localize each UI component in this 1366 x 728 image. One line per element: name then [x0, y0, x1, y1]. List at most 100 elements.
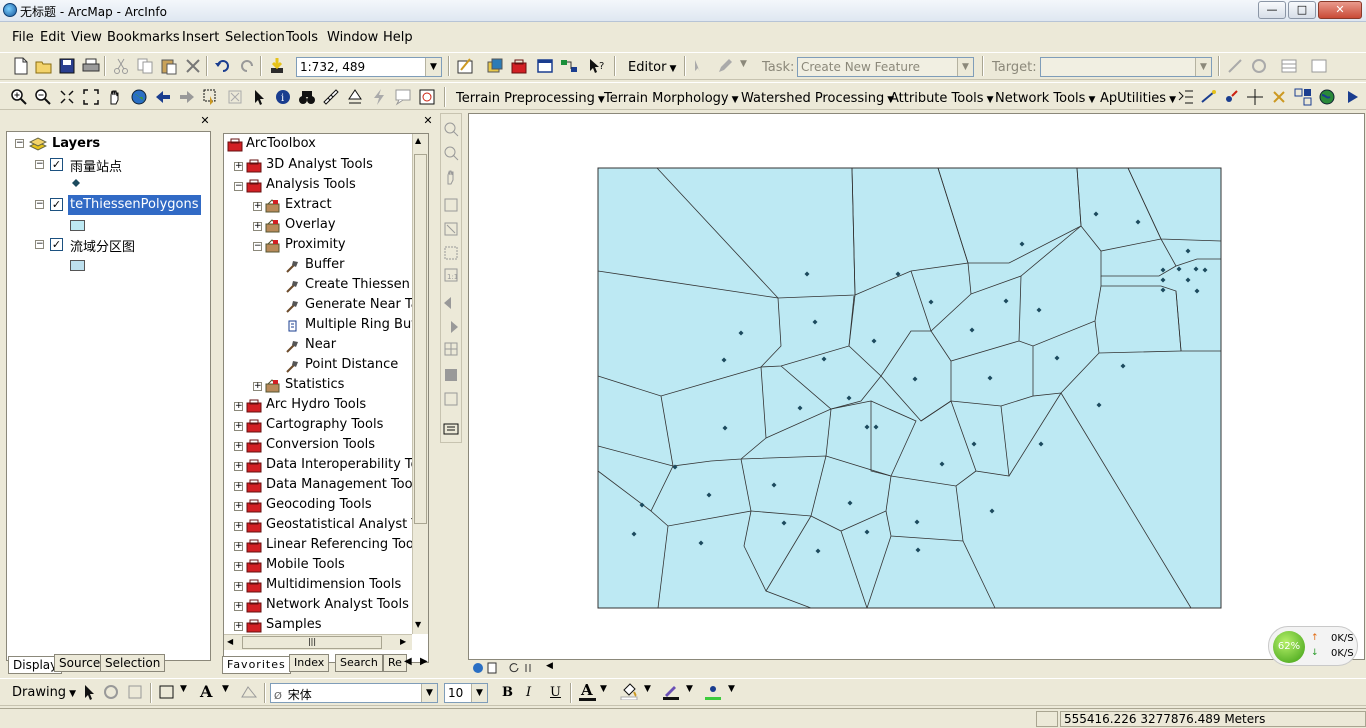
layers-root-label[interactable]: Layers [52, 136, 100, 151]
toolbox-tab-index[interactable]: Index [289, 654, 330, 672]
toolbox-horizontal-scrollbar[interactable]: ◀ ||| ▶ [224, 634, 412, 650]
pause-drawing-icon[interactable] [522, 662, 534, 674]
tree-expander[interactable]: + [234, 502, 243, 511]
toolset-item[interactable]: Statistics [285, 377, 344, 392]
close-button[interactable]: ✕ [1318, 1, 1362, 19]
toolbox-root-label[interactable]: ArcToolbox [246, 136, 316, 151]
marker-color-icon[interactable] [704, 682, 722, 700]
task-dropdown-arrow[interactable]: ▼ [957, 58, 973, 76]
arcmap-app-icon[interactable] [3, 3, 17, 17]
layer-visibility-checkbox[interactable]: ✓ [50, 198, 63, 211]
task-combo[interactable]: Create New Feature ▼ [797, 57, 974, 77]
menu-insert[interactable]: Insert [182, 30, 219, 45]
layout-view-page-icon[interactable] [486, 662, 498, 674]
toolbox-item[interactable]: 3D Analyst Tools [266, 157, 373, 172]
rectangle-tool-icon[interactable] [158, 683, 176, 701]
copy-icon[interactable] [136, 57, 154, 75]
select-elements-arrow-icon[interactable] [250, 88, 268, 106]
vertical-pan-icon[interactable] [442, 168, 460, 186]
editor-toolbar-icon[interactable] [456, 57, 474, 75]
select-elements-icon[interactable] [80, 683, 98, 701]
terrain-morphology-menu[interactable]: Terrain Morphology ▼ [604, 91, 739, 106]
toolbox-item[interactable]: Geostatistical Analyst Toc [266, 517, 428, 532]
map-display[interactable] [468, 113, 1365, 660]
tree-expander[interactable]: + [234, 482, 243, 491]
toolbox-item[interactable]: Conversion Tools [266, 437, 375, 452]
html-popup-icon[interactable] [394, 88, 412, 106]
editor-menu[interactable]: Editor ▼ [628, 60, 676, 75]
print-icon[interactable] [82, 57, 100, 75]
arccatalog-icon[interactable] [486, 57, 504, 75]
toolbox-close-button[interactable]: ✕ [422, 115, 434, 127]
layer-name[interactable]: teThiessenPolygons [68, 195, 201, 215]
find-binoculars-icon[interactable] [298, 88, 316, 106]
rotate-element-icon[interactable] [102, 683, 120, 701]
font-name-combo[interactable]: Ø 宋体 ▼ [270, 683, 438, 703]
maximize-button[interactable]: □ [1288, 1, 1316, 19]
vertical-data-driven-pages-icon[interactable] [442, 420, 460, 438]
hyperlink-icon[interactable] [346, 88, 364, 106]
tool-item[interactable]: Near [305, 337, 336, 352]
font-size-combo[interactable]: 10 ▼ [444, 683, 488, 703]
pan-hand-icon[interactable] [106, 88, 124, 106]
vertical-next-extent-icon[interactable] [442, 318, 460, 336]
toolbox-item[interactable]: Data Management Tools [266, 477, 423, 492]
font-name-dropdown-arrow[interactable]: ▼ [421, 684, 437, 702]
aputilities-menu[interactable]: ApUtilities ▼ [1100, 91, 1176, 106]
split-tool-icon[interactable] [1226, 57, 1244, 75]
layer-name[interactable]: 雨量站点 [70, 156, 122, 175]
toc-tab-selection[interactable]: Selection [100, 654, 166, 672]
tree-expander[interactable]: + [234, 562, 243, 571]
menu-help[interactable]: Help [383, 30, 413, 45]
vertical-change-layout-icon[interactable] [442, 390, 460, 408]
tree-expander[interactable]: − [253, 242, 262, 251]
identify-icon[interactable]: i [274, 88, 292, 106]
whats-this-help-icon[interactable]: ? [588, 57, 606, 75]
select-features-icon[interactable] [202, 88, 220, 106]
tree-expander[interactable]: + [234, 602, 243, 611]
measure-icon[interactable] [322, 88, 340, 106]
map-canvas[interactable] [469, 114, 1366, 661]
zoom-in-icon[interactable] [10, 88, 28, 106]
web-globe-icon[interactable] [1318, 88, 1336, 106]
vertical-zoom-whole-page-icon[interactable] [442, 196, 460, 214]
toc-close-button[interactable]: ✕ [199, 115, 211, 127]
tree-expander[interactable]: + [234, 402, 243, 411]
layer-visibility-checkbox[interactable]: ✓ [50, 238, 63, 251]
vertical-previous-extent-icon[interactable] [442, 294, 460, 312]
tree-expander[interactable]: + [253, 222, 262, 231]
zoom-to-elements-icon[interactable] [126, 683, 144, 701]
add-data-icon[interactable] [268, 57, 286, 75]
toolbox-tab-search[interactable]: Search [335, 654, 383, 672]
fixed-zoom-out-icon[interactable] [82, 88, 100, 106]
tree-expander[interactable]: + [234, 462, 243, 471]
minimize-button[interactable]: — [1258, 1, 1286, 19]
underline-button[interactable]: U [550, 685, 561, 700]
scroll-down-arrow[interactable]: ▼ [415, 620, 421, 629]
menu-edit[interactable]: Edit [40, 30, 65, 45]
toolbox-item[interactable]: Cartography Tools [266, 417, 383, 432]
toolbox-item[interactable]: Linear Referencing Tools [266, 537, 424, 552]
toolbox-item[interactable]: Analysis Tools [266, 177, 356, 192]
tool-item[interactable]: Multiple Ring Buffe [305, 317, 428, 332]
vertical-focus-frame-icon[interactable] [442, 366, 460, 384]
refresh-icon[interactable] [508, 662, 520, 674]
tree-expander[interactable]: + [234, 622, 243, 631]
data-view-globe-icon[interactable] [472, 662, 484, 674]
menu-file[interactable]: File [12, 30, 34, 45]
toolbox-item[interactable]: Samples [266, 617, 322, 632]
open-folder-icon[interactable] [35, 57, 53, 75]
network-speed-widget[interactable]: 62% ↑ 0K/S ↓ 0K/S [1268, 626, 1358, 666]
menu-bookmarks[interactable]: Bookmarks [107, 30, 180, 45]
undo-icon[interactable] [214, 57, 232, 75]
tree-expander[interactable]: + [234, 442, 243, 451]
scroll-up-arrow[interactable]: ▲ [415, 136, 421, 145]
clear-selection-icon[interactable] [226, 88, 244, 106]
toolbox-vertical-scrollbar[interactable]: ▲ ▼ [412, 134, 428, 634]
vertical-zoom-100-icon[interactable] [442, 244, 460, 262]
menu-selection[interactable]: Selection [225, 30, 285, 45]
batch-point-icon[interactable] [1246, 88, 1264, 106]
toolbox-item[interactable]: Network Analyst Tools [266, 597, 409, 612]
vertical-page-icon[interactable]: 1:1 [442, 266, 460, 284]
rotate-tool-icon[interactable] [1250, 57, 1268, 75]
